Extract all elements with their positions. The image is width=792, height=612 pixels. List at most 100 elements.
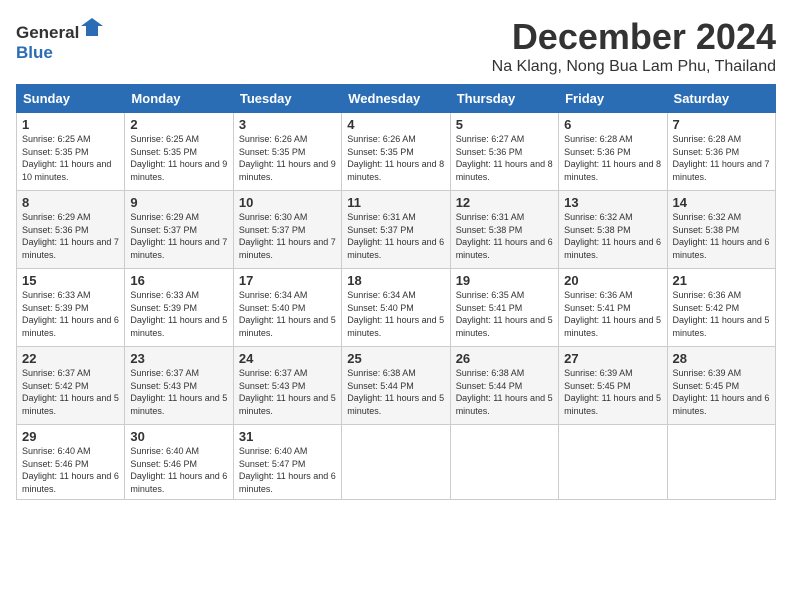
day-info: Sunrise: 6:28 AM Sunset: 5:36 PM Dayligh… [564, 133, 661, 183]
day-info: Sunrise: 6:34 AM Sunset: 5:40 PM Dayligh… [347, 289, 444, 339]
day-info: Sunrise: 6:34 AM Sunset: 5:40 PM Dayligh… [239, 289, 336, 339]
calendar-cell [559, 425, 667, 500]
day-info: Sunrise: 6:40 AM Sunset: 5:46 PM Dayligh… [22, 445, 119, 495]
calendar-cell: 28 Sunrise: 6:39 AM Sunset: 5:45 PM Dayl… [667, 347, 775, 425]
day-info: Sunrise: 6:32 AM Sunset: 5:38 PM Dayligh… [564, 211, 661, 261]
day-number: 4 [347, 117, 444, 132]
calendar-cell: 25 Sunrise: 6:38 AM Sunset: 5:44 PM Dayl… [342, 347, 450, 425]
calendar-cell: 17 Sunrise: 6:34 AM Sunset: 5:40 PM Dayl… [233, 269, 341, 347]
day-info: Sunrise: 6:29 AM Sunset: 5:36 PM Dayligh… [22, 211, 119, 261]
day-number: 27 [564, 351, 661, 366]
day-info: Sunrise: 6:33 AM Sunset: 5:39 PM Dayligh… [130, 289, 227, 339]
calendar-cell: 2 Sunrise: 6:25 AM Sunset: 5:35 PM Dayli… [125, 113, 233, 191]
day-number: 10 [239, 195, 336, 210]
calendar-cell: 4 Sunrise: 6:26 AM Sunset: 5:35 PM Dayli… [342, 113, 450, 191]
day-number: 30 [130, 429, 227, 444]
header-thursday: Thursday [450, 85, 558, 113]
day-info: Sunrise: 6:32 AM Sunset: 5:38 PM Dayligh… [673, 211, 770, 261]
calendar-cell: 5 Sunrise: 6:27 AM Sunset: 5:36 PM Dayli… [450, 113, 558, 191]
day-number: 24 [239, 351, 336, 366]
logo: General Blue [16, 16, 103, 63]
calendar-cell: 20 Sunrise: 6:36 AM Sunset: 5:41 PM Dayl… [559, 269, 667, 347]
day-info: Sunrise: 6:25 AM Sunset: 5:35 PM Dayligh… [22, 133, 119, 183]
header-tuesday: Tuesday [233, 85, 341, 113]
day-number: 5 [456, 117, 553, 132]
calendar-cell: 21 Sunrise: 6:36 AM Sunset: 5:42 PM Dayl… [667, 269, 775, 347]
logo-blue-text: Blue [16, 43, 53, 62]
calendar-cell: 9 Sunrise: 6:29 AM Sunset: 5:37 PM Dayli… [125, 191, 233, 269]
calendar-cell: 3 Sunrise: 6:26 AM Sunset: 5:35 PM Dayli… [233, 113, 341, 191]
logo-blue-line: Blue [16, 43, 103, 63]
calendar-cell: 31 Sunrise: 6:40 AM Sunset: 5:47 PM Dayl… [233, 425, 341, 500]
day-number: 9 [130, 195, 227, 210]
calendar-cell: 15 Sunrise: 6:33 AM Sunset: 5:39 PM Dayl… [17, 269, 125, 347]
location-title: Na Klang, Nong Bua Lam Phu, Thailand [492, 58, 776, 76]
day-info: Sunrise: 6:25 AM Sunset: 5:35 PM Dayligh… [130, 133, 227, 183]
calendar-cell: 10 Sunrise: 6:30 AM Sunset: 5:37 PM Dayl… [233, 191, 341, 269]
day-number: 3 [239, 117, 336, 132]
header-monday: Monday [125, 85, 233, 113]
day-info: Sunrise: 6:40 AM Sunset: 5:47 PM Dayligh… [239, 445, 336, 495]
header-friday: Friday [559, 85, 667, 113]
day-number: 1 [22, 117, 119, 132]
calendar-table: SundayMondayTuesdayWednesdayThursdayFrid… [16, 84, 776, 500]
calendar-cell: 30 Sunrise: 6:40 AM Sunset: 5:46 PM Dayl… [125, 425, 233, 500]
day-info: Sunrise: 6:39 AM Sunset: 5:45 PM Dayligh… [564, 367, 661, 417]
calendar-cell: 29 Sunrise: 6:40 AM Sunset: 5:46 PM Dayl… [17, 425, 125, 500]
day-info: Sunrise: 6:27 AM Sunset: 5:36 PM Dayligh… [456, 133, 553, 183]
day-number: 7 [673, 117, 770, 132]
day-number: 12 [456, 195, 553, 210]
header-wednesday: Wednesday [342, 85, 450, 113]
calendar-cell: 6 Sunrise: 6:28 AM Sunset: 5:36 PM Dayli… [559, 113, 667, 191]
day-info: Sunrise: 6:28 AM Sunset: 5:36 PM Dayligh… [673, 133, 770, 183]
day-number: 14 [673, 195, 770, 210]
calendar-cell: 24 Sunrise: 6:37 AM Sunset: 5:43 PM Dayl… [233, 347, 341, 425]
calendar-cell: 27 Sunrise: 6:39 AM Sunset: 5:45 PM Dayl… [559, 347, 667, 425]
day-info: Sunrise: 6:29 AM Sunset: 5:37 PM Dayligh… [130, 211, 227, 261]
day-info: Sunrise: 6:30 AM Sunset: 5:37 PM Dayligh… [239, 211, 336, 261]
day-number: 29 [22, 429, 119, 444]
calendar-cell: 22 Sunrise: 6:37 AM Sunset: 5:42 PM Dayl… [17, 347, 125, 425]
day-number: 25 [347, 351, 444, 366]
calendar-cell: 13 Sunrise: 6:32 AM Sunset: 5:38 PM Dayl… [559, 191, 667, 269]
calendar-cell [667, 425, 775, 500]
day-info: Sunrise: 6:36 AM Sunset: 5:42 PM Dayligh… [673, 289, 770, 339]
day-number: 22 [22, 351, 119, 366]
calendar-cell: 19 Sunrise: 6:35 AM Sunset: 5:41 PM Dayl… [450, 269, 558, 347]
calendar-cell: 14 Sunrise: 6:32 AM Sunset: 5:38 PM Dayl… [667, 191, 775, 269]
day-info: Sunrise: 6:38 AM Sunset: 5:44 PM Dayligh… [456, 367, 553, 417]
day-info: Sunrise: 6:31 AM Sunset: 5:37 PM Dayligh… [347, 211, 444, 261]
day-number: 23 [130, 351, 227, 366]
day-number: 17 [239, 273, 336, 288]
page-header: General Blue December 2024 Na Klang, Non… [16, 16, 776, 76]
day-number: 26 [456, 351, 553, 366]
calendar-cell: 18 Sunrise: 6:34 AM Sunset: 5:40 PM Dayl… [342, 269, 450, 347]
day-number: 20 [564, 273, 661, 288]
day-number: 15 [22, 273, 119, 288]
day-info: Sunrise: 6:26 AM Sunset: 5:35 PM Dayligh… [347, 133, 444, 183]
day-number: 2 [130, 117, 227, 132]
logo-general-text: General [16, 23, 79, 42]
day-info: Sunrise: 6:37 AM Sunset: 5:43 PM Dayligh… [130, 367, 227, 417]
day-info: Sunrise: 6:33 AM Sunset: 5:39 PM Dayligh… [22, 289, 119, 339]
day-info: Sunrise: 6:38 AM Sunset: 5:44 PM Dayligh… [347, 367, 444, 417]
day-number: 21 [673, 273, 770, 288]
day-number: 8 [22, 195, 119, 210]
title-section: December 2024 Na Klang, Nong Bua Lam Phu… [492, 16, 776, 76]
day-info: Sunrise: 6:37 AM Sunset: 5:43 PM Dayligh… [239, 367, 336, 417]
day-number: 19 [456, 273, 553, 288]
day-info: Sunrise: 6:40 AM Sunset: 5:46 PM Dayligh… [130, 445, 227, 495]
calendar-cell [450, 425, 558, 500]
logo-bird-icon [81, 16, 103, 38]
calendar-cell: 11 Sunrise: 6:31 AM Sunset: 5:37 PM Dayl… [342, 191, 450, 269]
day-info: Sunrise: 6:35 AM Sunset: 5:41 PM Dayligh… [456, 289, 553, 339]
calendar-cell [342, 425, 450, 500]
day-number: 13 [564, 195, 661, 210]
day-number: 11 [347, 195, 444, 210]
logo-general-line: General [16, 16, 103, 43]
day-number: 16 [130, 273, 227, 288]
calendar-cell: 23 Sunrise: 6:37 AM Sunset: 5:43 PM Dayl… [125, 347, 233, 425]
header-row: SundayMondayTuesdayWednesdayThursdayFrid… [17, 85, 776, 113]
header-sunday: Sunday [17, 85, 125, 113]
day-info: Sunrise: 6:39 AM Sunset: 5:45 PM Dayligh… [673, 367, 770, 417]
